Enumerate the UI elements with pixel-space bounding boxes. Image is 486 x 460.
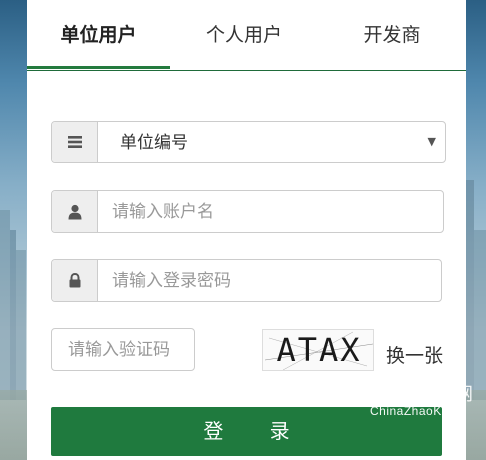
list-icon xyxy=(67,136,82,148)
background-building xyxy=(16,250,26,400)
watermark-glyph: 网 xyxy=(455,384,473,405)
unit-select-value: 单位编号 xyxy=(120,133,188,153)
lock-icon xyxy=(69,273,80,288)
background-building xyxy=(0,210,10,400)
tab-unit-user[interactable]: 单位用户 xyxy=(27,20,170,50)
captcha-placeholder: 请输入验证码 xyxy=(68,340,170,360)
password-placeholder: 请输入登录密码 xyxy=(112,271,231,291)
captcha-image[interactable]: ATAX xyxy=(262,329,374,371)
password-field[interactable]: 请输入登录密码 xyxy=(51,259,442,302)
chevron-down-icon: ▼ xyxy=(427,135,436,148)
captcha-text: ATAX xyxy=(276,331,362,369)
login-panel: 单位用户 个人用户 开发商 单位编号 ▼ 请输入账户名 请输入登录密码 请输入验… xyxy=(27,0,466,460)
username-field[interactable]: 请输入账户名 xyxy=(51,190,444,233)
user-icon xyxy=(68,204,81,219)
username-addon xyxy=(52,191,98,232)
tab-developer[interactable]: 开发商 xyxy=(318,20,466,50)
background-building xyxy=(474,230,486,400)
captcha-input[interactable]: 请输入验证码 xyxy=(51,328,195,371)
select-addon xyxy=(52,122,98,162)
background-building xyxy=(466,180,474,400)
unit-select[interactable]: 单位编号 ▼ xyxy=(51,121,446,163)
username-placeholder: 请输入账户名 xyxy=(112,202,214,222)
password-addon xyxy=(52,260,98,301)
refresh-captcha-link[interactable]: 换一张 xyxy=(386,344,443,368)
watermark-text: ChinaZhaoK xyxy=(370,404,442,418)
active-tab-indicator xyxy=(27,66,170,69)
tab-personal-user[interactable]: 个人用户 xyxy=(170,20,318,50)
user-type-tabs: 单位用户 个人用户 开发商 xyxy=(27,0,466,71)
